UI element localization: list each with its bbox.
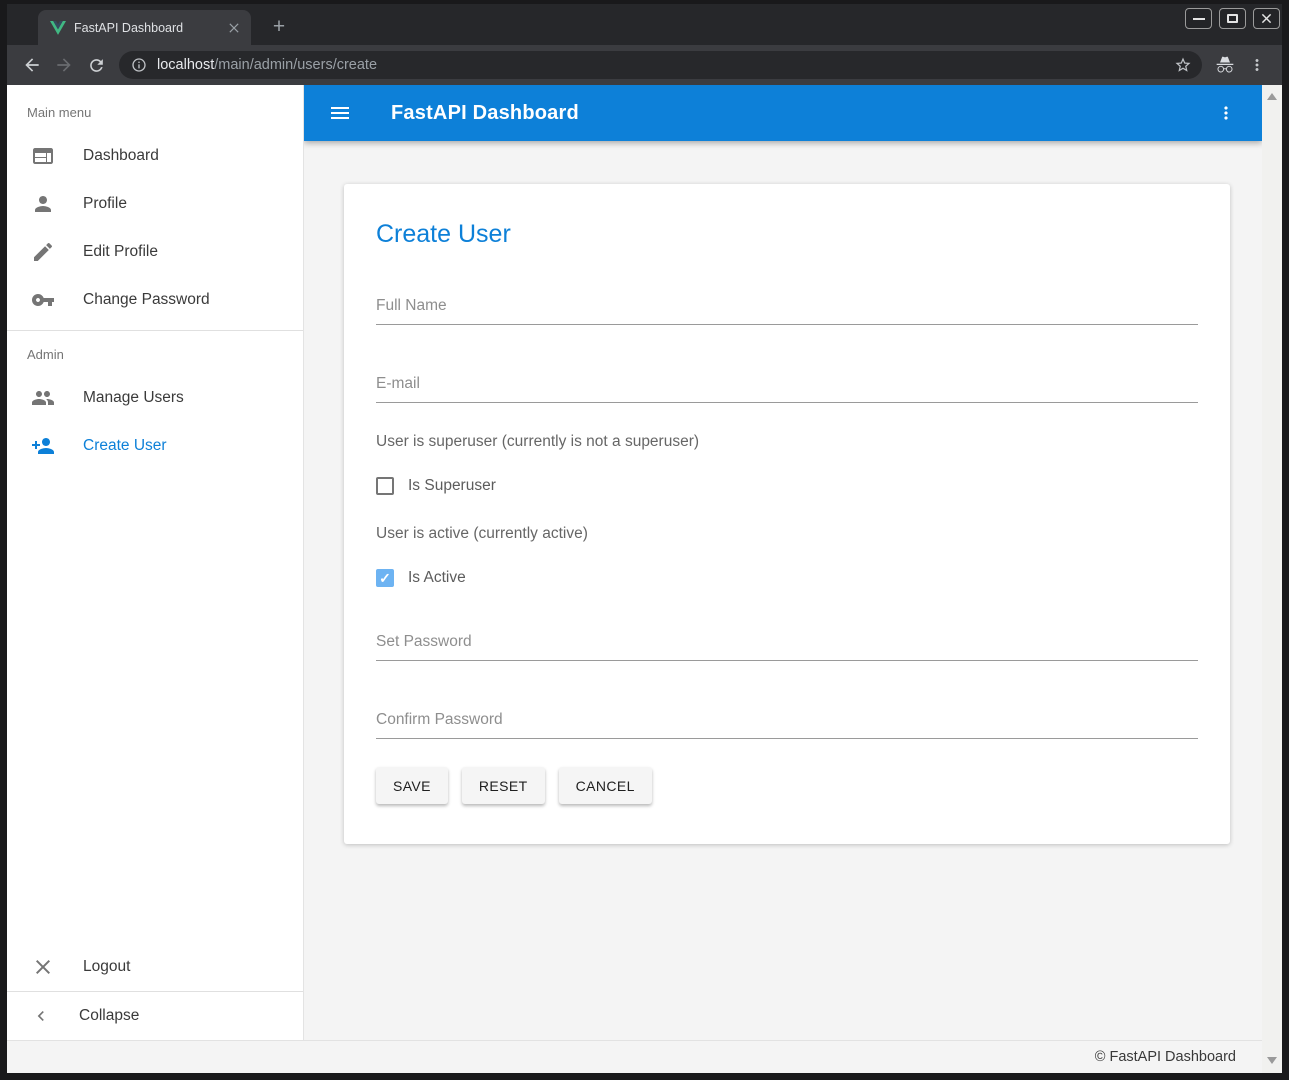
close-icon	[31, 955, 55, 979]
set-password-input[interactable]	[376, 633, 1198, 661]
email-field-wrap	[376, 375, 1198, 403]
tab-strip: FastAPI Dashboard +	[7, 4, 1282, 45]
sidebar-item-logout[interactable]: Logout	[7, 943, 303, 991]
sidebar-item-change-password[interactable]: Change Password	[7, 276, 303, 324]
form-buttons: SAVE RESET CANCEL	[376, 767, 1198, 804]
save-button[interactable]: SAVE	[376, 767, 448, 804]
sidebar-item-manage-users[interactable]: Manage Users	[7, 374, 303, 422]
main-content: FastAPI Dashboard Create User	[304, 85, 1262, 1040]
sidebar-item-label: Logout	[83, 958, 130, 976]
copyright-text: © FastAPI Dashboard	[1095, 1049, 1236, 1065]
forward-arrow-icon[interactable]	[49, 50, 79, 80]
page-viewport: Main menu Dashboard Profile	[7, 85, 1282, 1073]
active-checkbox[interactable]: ✓	[376, 569, 394, 587]
sidebar-spacer	[7, 470, 303, 943]
sidebar-item-edit-profile[interactable]: Edit Profile	[7, 228, 303, 276]
refresh-icon[interactable]	[81, 50, 111, 80]
full-name-field-wrap	[376, 297, 1198, 325]
sidebar-item-label: Edit Profile	[83, 243, 158, 261]
browser-window: FastAPI Dashboard + localh	[7, 4, 1282, 1073]
tab-close-icon[interactable]	[225, 19, 243, 37]
pencil-icon	[31, 240, 55, 264]
active-note: User is active (currently active)	[376, 525, 1198, 543]
kebab-menu-icon[interactable]	[1242, 50, 1272, 80]
confirm-password-field-wrap	[376, 711, 1198, 739]
hamburger-icon[interactable]	[322, 95, 358, 131]
maximize-icon[interactable]	[1219, 8, 1246, 29]
new-tab-button[interactable]: +	[265, 13, 293, 41]
scrollbar[interactable]	[1262, 85, 1282, 1073]
close-icon[interactable]	[1253, 8, 1280, 29]
sidebar: Main menu Dashboard Profile	[7, 85, 304, 1040]
superuser-checkbox-row[interactable]: Is Superuser	[376, 477, 1198, 495]
sidebar-item-create-user[interactable]: Create User	[7, 422, 303, 470]
email-input[interactable]	[376, 375, 1198, 403]
checkbox-label: Is Superuser	[408, 477, 496, 495]
minimize-icon[interactable]	[1185, 8, 1212, 29]
sidebar-item-label: Change Password	[83, 291, 210, 309]
tab-title: FastAPI Dashboard	[74, 21, 217, 35]
page-footer: © FastAPI Dashboard	[7, 1040, 1262, 1073]
sidebar-item-dashboard[interactable]: Dashboard	[7, 132, 303, 180]
checkbox-label: Is Active	[408, 569, 466, 587]
window-controls	[1185, 8, 1280, 29]
sidebar-section-header: Admin	[7, 337, 303, 374]
reset-button[interactable]: RESET	[462, 767, 545, 804]
divider	[7, 330, 303, 331]
appbar-title: FastAPI Dashboard	[391, 102, 579, 125]
active-checkbox-row[interactable]: ✓ Is Active	[376, 569, 1198, 587]
browser-toolbar: localhost/main/admin/users/create	[7, 45, 1282, 85]
sidebar-item-label: Profile	[83, 195, 127, 213]
person-add-icon	[31, 434, 55, 458]
sidebar-item-label: Dashboard	[83, 147, 159, 165]
sidebar-item-label: Manage Users	[83, 389, 184, 407]
superuser-note: User is superuser (currently is not a su…	[376, 433, 1198, 451]
incognito-icon[interactable]	[1210, 50, 1240, 80]
info-icon[interactable]	[131, 57, 147, 73]
sidebar-item-label: Create User	[83, 437, 167, 455]
sidebar-section-header: Main menu	[7, 95, 303, 132]
confirm-password-input[interactable]	[376, 711, 1198, 739]
key-icon	[31, 288, 55, 312]
app-bar: FastAPI Dashboard	[304, 85, 1262, 141]
superuser-checkbox[interactable]	[376, 477, 394, 495]
chevron-left-icon	[31, 1006, 51, 1026]
sidebar-item-profile[interactable]: Profile	[7, 180, 303, 228]
web-icon	[31, 144, 55, 168]
vue-logo-icon	[50, 21, 66, 35]
create-user-card: Create User User is superuser (currently…	[344, 184, 1230, 844]
browser-tab[interactable]: FastAPI Dashboard	[38, 10, 251, 45]
page-title: Create User	[376, 220, 1198, 249]
scroll-down-icon[interactable]	[1267, 1057, 1277, 1064]
full-name-input[interactable]	[376, 297, 1198, 325]
people-icon	[31, 386, 55, 410]
set-password-field-wrap	[376, 633, 1198, 661]
scroll-up-icon[interactable]	[1267, 93, 1277, 100]
address-bar[interactable]: localhost/main/admin/users/create	[119, 51, 1202, 79]
star-icon[interactable]	[1174, 56, 1192, 74]
back-arrow-icon[interactable]	[17, 50, 47, 80]
sidebar-item-label: Collapse	[79, 1007, 139, 1025]
person-icon	[31, 192, 55, 216]
url-text: localhost/main/admin/users/create	[157, 57, 1164, 73]
sidebar-item-collapse[interactable]: Collapse	[7, 992, 303, 1040]
cancel-button[interactable]: CANCEL	[559, 767, 652, 804]
kebab-menu-icon[interactable]	[1208, 95, 1244, 131]
